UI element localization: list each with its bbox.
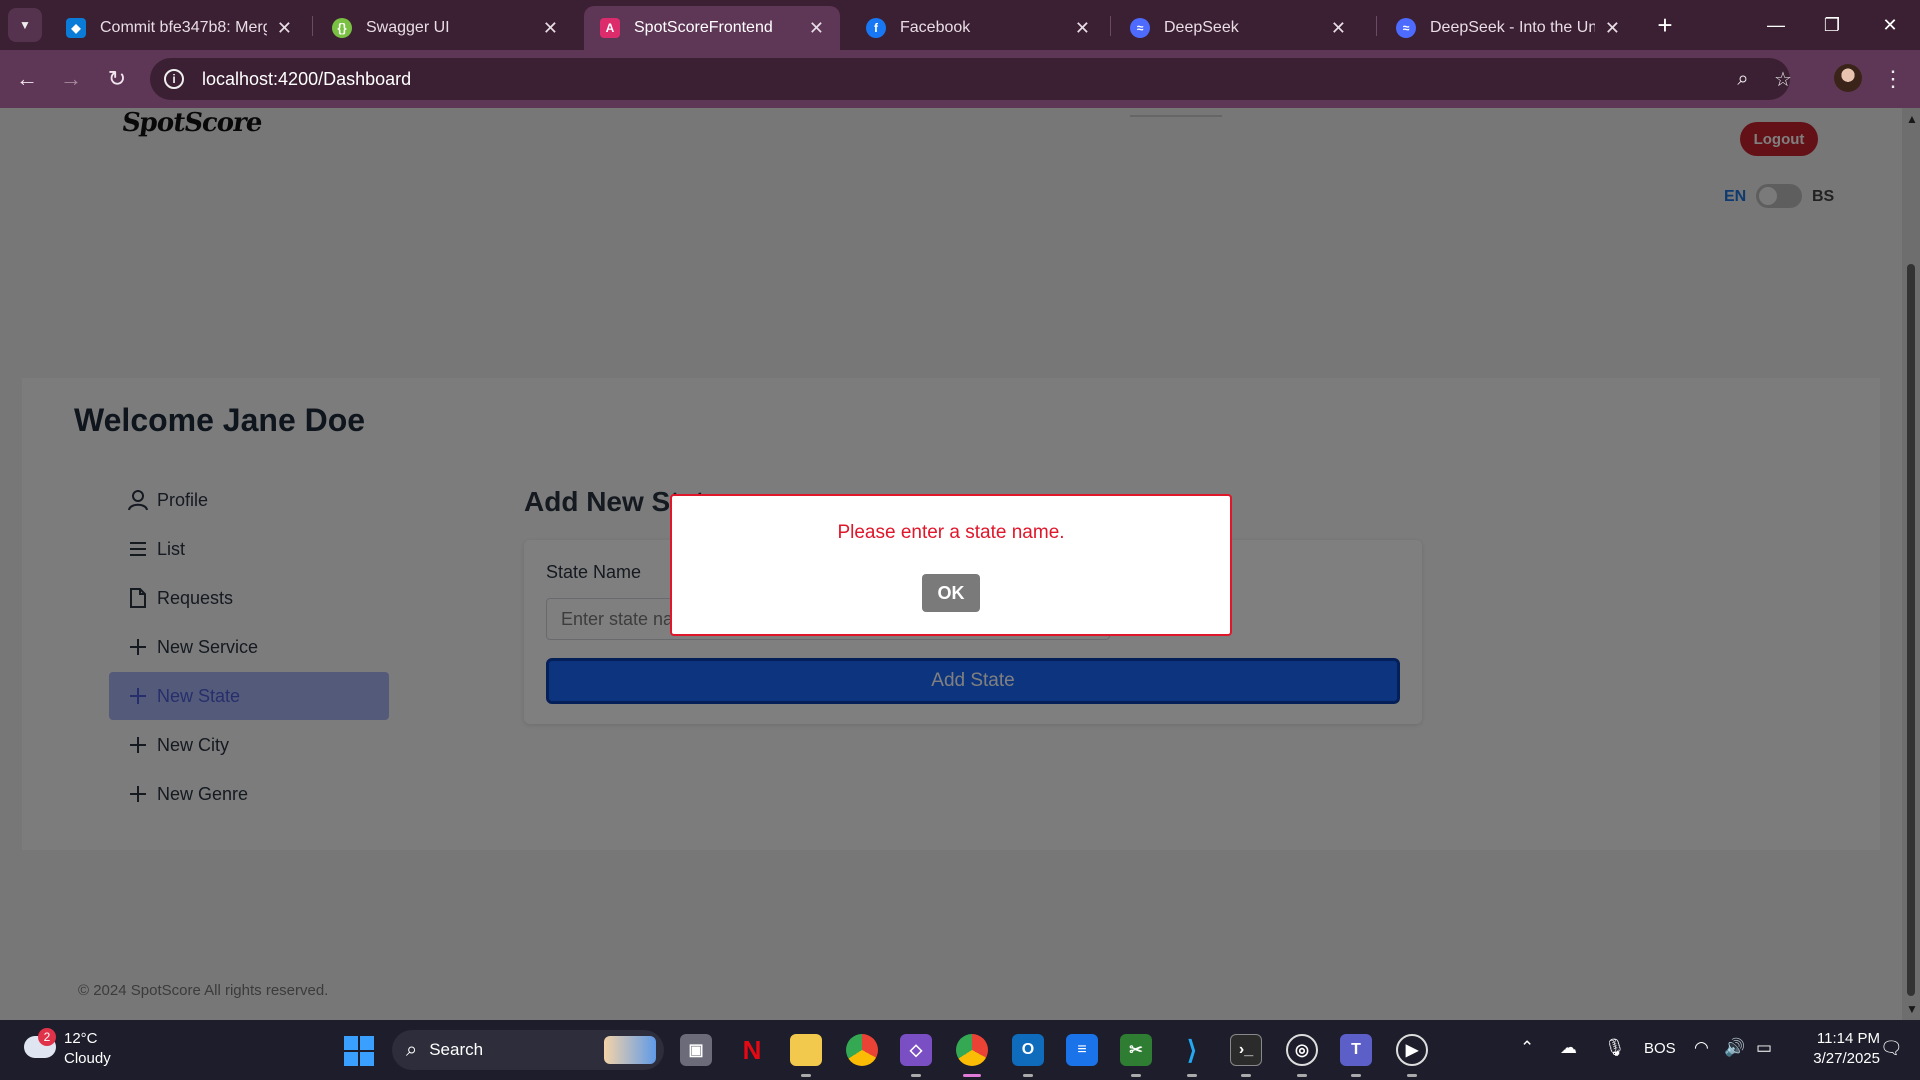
search-highlight-image (604, 1036, 656, 1064)
reload-icon[interactable]: ↻ (100, 62, 134, 96)
running-indicator (1241, 1074, 1251, 1077)
tab-deepseek[interactable]: ≈ DeepSeek ✕ (1114, 6, 1362, 50)
swagger-icon: {} (332, 18, 352, 38)
snipping-tool-icon[interactable]: ✂ (1120, 1034, 1152, 1066)
weather-condition[interactable]: Cloudy (64, 1050, 111, 1067)
tab-title: Swagger UI (366, 19, 450, 36)
media-player-icon[interactable]: ▶ (1396, 1034, 1428, 1066)
running-indicator (1131, 1074, 1141, 1077)
tab-title: Commit bfe347b8: Merged (100, 19, 267, 36)
tab-separator (312, 16, 313, 36)
close-icon[interactable]: ✕ (277, 18, 292, 39)
running-indicator (911, 1074, 921, 1077)
running-indicator (1407, 1074, 1417, 1077)
chrome-profile-icon[interactable] (956, 1034, 988, 1066)
profile-avatar[interactable] (1834, 64, 1862, 92)
tab-title: DeepSeek - Into the Unkno (1430, 19, 1595, 36)
deepseek-icon: ≈ (1396, 18, 1416, 38)
search-icon: ⌕ (406, 1038, 418, 1061)
dialog-ok-button[interactable]: OK (922, 574, 980, 612)
obs-icon[interactable]: ◎ (1286, 1034, 1318, 1066)
onedrive-icon[interactable]: ☁ (1560, 1038, 1577, 1058)
tab-commit[interactable]: ◆ Commit bfe347b8: Merged ✕ (50, 6, 308, 50)
close-icon[interactable]: ✕ (809, 18, 824, 39)
weather-badge: 2 (38, 1028, 56, 1046)
tab-title: SpotScoreFrontend (634, 19, 773, 36)
running-indicator (1023, 1074, 1033, 1077)
tab-title: Facebook (900, 19, 971, 36)
running-indicator (801, 1074, 811, 1077)
close-icon[interactable]: ✕ (1605, 18, 1620, 39)
tab-deepseek-article[interactable]: ≈ DeepSeek - Into the Unkno ✕ (1380, 6, 1636, 50)
angular-icon: A (600, 18, 620, 38)
task-view-icon[interactable]: ▣ (680, 1034, 712, 1066)
running-indicator (1351, 1074, 1361, 1077)
terminal-icon[interactable]: ›_ (1230, 1034, 1262, 1066)
bookmark-star-icon[interactable]: ☆ (1770, 66, 1796, 92)
validation-dialog: Please enter a state name. OK (670, 494, 1232, 636)
window-close-icon[interactable]: ✕ (1870, 8, 1910, 42)
battery-icon[interactable]: ▭ (1756, 1038, 1772, 1058)
microphone-icon[interactable]: 🎙 (1604, 1038, 1626, 1058)
facebook-icon: f (866, 18, 886, 38)
vscode-icon[interactable]: ⟩ (1176, 1034, 1208, 1066)
input-language[interactable]: BOS (1644, 1040, 1676, 1057)
tab-separator (1110, 16, 1111, 36)
close-icon[interactable]: ✕ (543, 18, 558, 39)
windows-start-icon[interactable] (344, 1036, 374, 1066)
clock-time[interactable]: 11:14 PM (1794, 1030, 1880, 1047)
close-icon[interactable]: ✕ (1075, 18, 1090, 39)
browser-menu-icon[interactable]: ⋮ (1880, 62, 1906, 96)
running-indicator (1297, 1074, 1307, 1077)
tab-separator (1376, 16, 1377, 36)
deepseek-icon: ≈ (1130, 18, 1150, 38)
search-label: Search (429, 1040, 484, 1059)
azure-devops-icon: ◆ (66, 18, 86, 38)
restore-icon[interactable]: ❐ (1812, 8, 1852, 42)
tray-expand-icon[interactable]: ⌃ (1520, 1038, 1534, 1058)
tab-search-chevron-icon[interactable]: ▼ (8, 8, 42, 42)
tab-spotscore[interactable]: A SpotScoreFrontend ✕ (584, 6, 840, 50)
minimize-icon[interactable]: — (1756, 8, 1796, 42)
outlook-icon[interactable]: O (1012, 1034, 1044, 1066)
taskbar-search[interactable]: ⌕ Search (392, 1030, 664, 1070)
tab-facebook[interactable]: f Facebook ✕ (850, 6, 1106, 50)
address-bar[interactable]: i localhost:4200/Dashboard ⌕ ☆ (150, 58, 1792, 100)
forward-arrow-icon[interactable]: → (54, 62, 88, 96)
volume-icon[interactable]: 🔊 (1724, 1038, 1745, 1058)
windows-taskbar: 2 12°C Cloudy ⌕ Search ▣ N ◇ O ≡ ✂ ⟩ ›_ … (0, 1020, 1920, 1080)
zoom-icon[interactable]: ⌕ (1730, 66, 1756, 92)
weather-temperature[interactable]: 12°C (64, 1030, 98, 1047)
dialog-message: Please enter a state name. (837, 522, 1065, 543)
new-tab-plus-icon[interactable]: + (1650, 10, 1680, 40)
url-text[interactable]: localhost:4200/Dashboard (202, 69, 411, 90)
tab-swagger[interactable]: {} Swagger UI ✕ (316, 6, 574, 50)
running-indicator (1187, 1074, 1197, 1077)
close-icon[interactable]: ✕ (1331, 18, 1346, 39)
notification-icon[interactable]: 🗨 (1880, 1038, 1903, 1059)
notepad-icon[interactable]: ≡ (1066, 1034, 1098, 1066)
browser-tab-strip: ▼ ◆ Commit bfe347b8: Merged ✕ {} Swagger… (0, 0, 1920, 50)
running-indicator-active (963, 1074, 981, 1077)
site-info-icon[interactable]: i (164, 69, 184, 89)
netflix-icon[interactable]: N (736, 1034, 768, 1066)
file-explorer-icon[interactable] (790, 1034, 822, 1066)
visual-studio-icon[interactable]: ◇ (900, 1034, 932, 1066)
clock-date[interactable]: 3/27/2025 (1794, 1050, 1880, 1067)
tab-title: DeepSeek (1164, 19, 1239, 36)
wifi-icon[interactable]: ◠ (1694, 1038, 1709, 1058)
browser-toolbar: ← → ↻ i localhost:4200/Dashboard ⌕ ☆ ⋮ (0, 50, 1920, 108)
teams-icon[interactable]: T (1340, 1034, 1372, 1066)
chrome-icon[interactable] (846, 1034, 878, 1066)
back-arrow-icon[interactable]: ← (10, 62, 44, 96)
